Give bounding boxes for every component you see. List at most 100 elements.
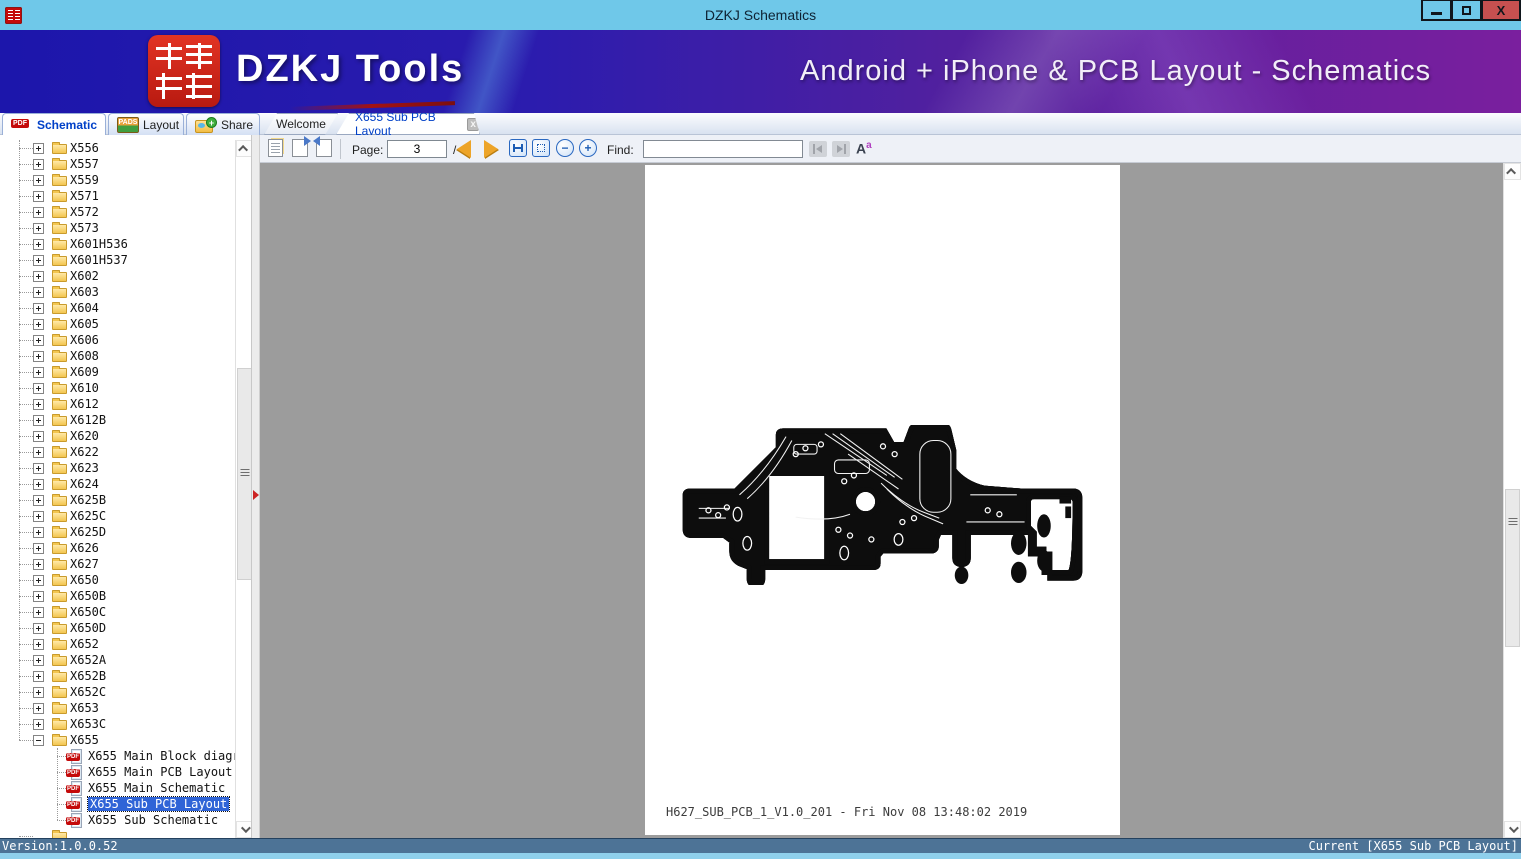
scroll-up-icon[interactable] bbox=[1504, 163, 1521, 180]
tree-pdf-item[interactable]: PDFX655 Main Schematic bbox=[0, 780, 234, 796]
expand-toggle-icon[interactable] bbox=[33, 703, 44, 714]
tab-layout[interactable]: PADS Layout bbox=[108, 113, 184, 135]
expand-toggle-icon[interactable] bbox=[33, 223, 44, 234]
tree-folder-row[interactable]: X606 bbox=[0, 332, 234, 348]
expand-toggle-icon[interactable] bbox=[33, 623, 44, 634]
expand-toggle-icon[interactable] bbox=[33, 495, 44, 506]
expand-toggle-icon[interactable] bbox=[33, 447, 44, 458]
tree-folder-row[interactable]: X610 bbox=[0, 380, 234, 396]
tree-folder-row[interactable]: X603 bbox=[0, 284, 234, 300]
expand-toggle-icon[interactable] bbox=[33, 303, 44, 314]
expand-toggle-icon[interactable] bbox=[33, 527, 44, 538]
tab-schematic[interactable]: PDF Schematic bbox=[2, 113, 106, 135]
expand-toggle-icon[interactable] bbox=[33, 271, 44, 282]
tree-folder-row[interactable]: X609 bbox=[0, 364, 234, 380]
previous-page-button[interactable] bbox=[457, 140, 471, 158]
text-size-button[interactable]: Aa bbox=[856, 140, 872, 157]
zoom-in-button[interactable]: + bbox=[579, 139, 597, 157]
minimize-button[interactable] bbox=[1421, 0, 1452, 21]
fit-width-button[interactable] bbox=[509, 139, 527, 157]
fit-page-button[interactable] bbox=[532, 139, 550, 157]
tree-folder-row[interactable]: X601H537 bbox=[0, 252, 234, 268]
scroll-down-icon[interactable] bbox=[1504, 821, 1521, 838]
tree-folder-row[interactable]: X652C bbox=[0, 684, 234, 700]
tree-folder-row[interactable]: X573 bbox=[0, 220, 234, 236]
tree-folder-row[interactable]: X655 bbox=[0, 732, 234, 748]
expand-toggle-icon[interactable] bbox=[33, 239, 44, 250]
expand-toggle-icon[interactable] bbox=[33, 655, 44, 666]
tree-folder-row[interactable]: X612B bbox=[0, 412, 234, 428]
find-next-button[interactable] bbox=[832, 141, 850, 157]
expand-toggle-icon[interactable] bbox=[33, 591, 44, 602]
page-number-input[interactable] bbox=[387, 140, 447, 158]
tree-folder-row[interactable]: X572 bbox=[0, 204, 234, 220]
tree-pdf-item[interactable]: PDFX655 Main Block diagram bbox=[0, 748, 234, 764]
tree-pdf-item[interactable]: PDFX655 Sub PCB Layout bbox=[0, 796, 234, 812]
tree-scrollbar-thumb[interactable] bbox=[237, 368, 252, 580]
tree-pdf-item[interactable]: PDFX655 Sub Schematic bbox=[0, 812, 234, 828]
scroll-up-icon[interactable] bbox=[236, 140, 252, 157]
tab-share[interactable]: + Share bbox=[186, 113, 260, 135]
tree-folder-row[interactable]: X650D bbox=[0, 620, 234, 636]
zoom-out-button[interactable]: − bbox=[556, 139, 574, 157]
tree-folder-row[interactable]: X653C bbox=[0, 716, 234, 732]
expand-toggle-icon[interactable] bbox=[33, 431, 44, 442]
tree-folder-row[interactable]: X626 bbox=[0, 540, 234, 556]
expand-toggle-icon[interactable] bbox=[33, 351, 44, 362]
tree-folder-row[interactable]: X571 bbox=[0, 188, 234, 204]
tree-folder-row[interactable]: X650C bbox=[0, 604, 234, 620]
tree-folder-row[interactable]: X624 bbox=[0, 476, 234, 492]
tree-folder-row[interactable]: X627 bbox=[0, 556, 234, 572]
tree-folder-row[interactable]: X625B bbox=[0, 492, 234, 508]
pdf-canvas[interactable]: H627_SUB_PCB_1_V1.0_201 - Fri Nov 08 13:… bbox=[260, 163, 1521, 838]
tree-folder-row[interactable]: X612 bbox=[0, 396, 234, 412]
close-button[interactable]: X bbox=[1481, 0, 1521, 21]
expand-toggle-icon[interactable] bbox=[33, 399, 44, 410]
tree-pdf-item[interactable]: PDFX655 Main PCB Layout bbox=[0, 764, 234, 780]
expand-toggle-icon[interactable] bbox=[33, 159, 44, 170]
tree-folder-row[interactable]: X557 bbox=[0, 156, 234, 172]
tree-folder-row[interactable] bbox=[0, 828, 234, 838]
prev-view-button[interactable] bbox=[316, 139, 332, 157]
tree-folder-row[interactable]: X620 bbox=[0, 428, 234, 444]
panel-splitter[interactable] bbox=[252, 135, 260, 838]
expand-toggle-icon[interactable] bbox=[33, 255, 44, 266]
tab-x655-sub-pcb-layout[interactable]: X655 Sub PCB Layout x bbox=[336, 113, 480, 135]
find-previous-button[interactable] bbox=[809, 141, 827, 157]
expand-toggle-icon[interactable] bbox=[33, 687, 44, 698]
tree-folder-row[interactable]: X601H536 bbox=[0, 236, 234, 252]
next-view-button[interactable] bbox=[292, 139, 308, 157]
tree-folder-row[interactable]: X605 bbox=[0, 316, 234, 332]
viewer-scrollbar-thumb[interactable] bbox=[1505, 489, 1520, 647]
tree-folder-row[interactable]: X625D bbox=[0, 524, 234, 540]
tree-scrollbar[interactable] bbox=[235, 140, 252, 838]
expand-toggle-icon[interactable] bbox=[33, 319, 44, 330]
tree-folder-row[interactable]: X608 bbox=[0, 348, 234, 364]
expand-toggle-icon[interactable] bbox=[33, 175, 44, 186]
expand-toggle-icon[interactable] bbox=[33, 559, 44, 570]
tree-folder-row[interactable]: X625C bbox=[0, 508, 234, 524]
expand-toggle-icon[interactable] bbox=[33, 415, 44, 426]
scroll-down-icon[interactable] bbox=[236, 821, 252, 838]
expand-toggle-icon[interactable] bbox=[33, 207, 44, 218]
tree-folder-row[interactable]: X604 bbox=[0, 300, 234, 316]
expand-toggle-icon[interactable] bbox=[33, 543, 44, 554]
find-input[interactable] bbox=[643, 140, 803, 158]
expand-toggle-icon[interactable] bbox=[33, 383, 44, 394]
tree-folder-row[interactable]: X653 bbox=[0, 700, 234, 716]
tab-close-icon[interactable]: x bbox=[467, 118, 479, 131]
expand-toggle-icon[interactable] bbox=[33, 191, 44, 202]
expand-toggle-icon[interactable] bbox=[33, 607, 44, 618]
tree-folder-row[interactable]: X652B bbox=[0, 668, 234, 684]
expand-toggle-icon[interactable] bbox=[33, 511, 44, 522]
tree-folder-row[interactable]: X652A bbox=[0, 652, 234, 668]
tree-folder-row[interactable]: X622 bbox=[0, 444, 234, 460]
tab-welcome[interactable]: Welcome bbox=[264, 113, 338, 135]
tree-folder-row[interactable]: X650 bbox=[0, 572, 234, 588]
expand-toggle-icon[interactable] bbox=[33, 479, 44, 490]
expand-toggle-icon[interactable] bbox=[33, 639, 44, 650]
tree-folder-row[interactable]: X556 bbox=[0, 140, 234, 156]
maximize-button[interactable] bbox=[1451, 0, 1482, 21]
tree-folder-row[interactable]: X559 bbox=[0, 172, 234, 188]
tree-folder-row[interactable]: X602 bbox=[0, 268, 234, 284]
